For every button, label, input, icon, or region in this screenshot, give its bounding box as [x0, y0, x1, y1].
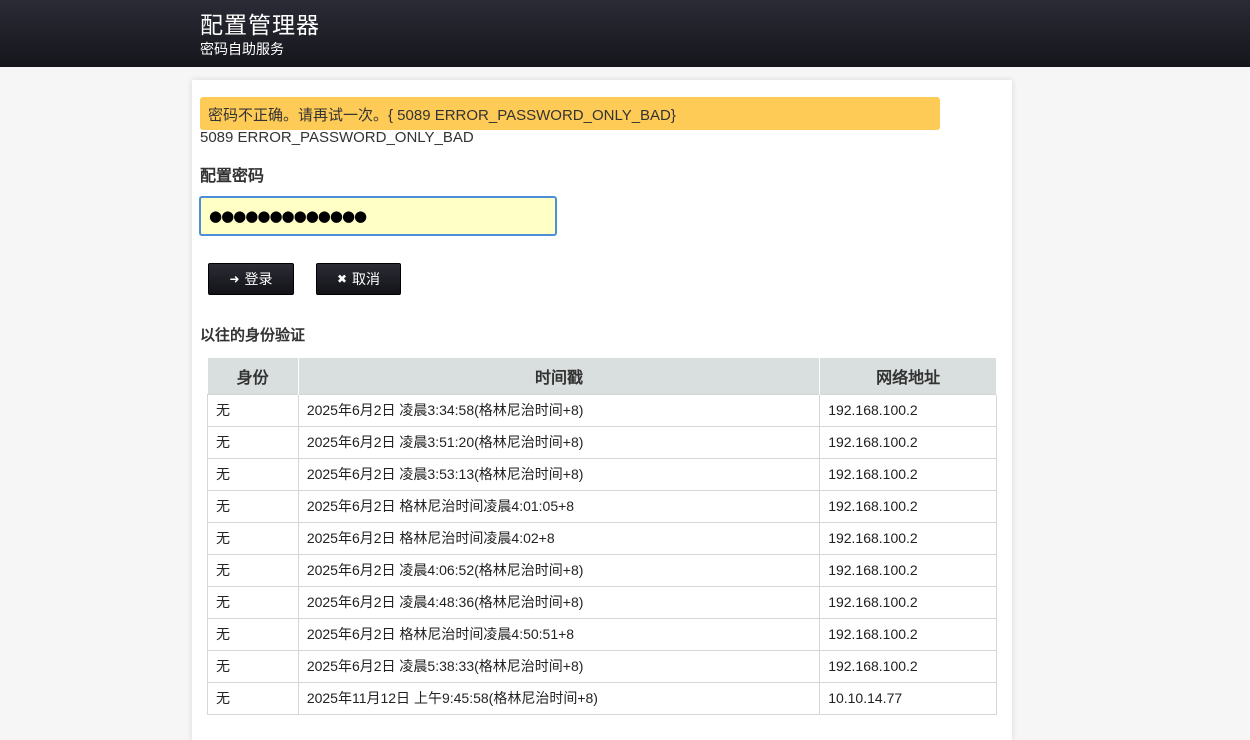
- table-row: 无 2025年6月2日 凌晨3:51:20(格林尼治时间+8) 192.168.…: [207, 425, 997, 459]
- column-header-timestamp[interactable]: 时间戳: [298, 358, 821, 394]
- table-row: 无 2025年6月2日 凌晨4:06:52(格林尼治时间+8) 192.168.…: [207, 553, 997, 587]
- identity-cell: 无: [207, 393, 299, 427]
- cancel-button-label: 取消: [352, 272, 381, 288]
- table-row: 无 2025年6月2日 格林尼治时间凌晨4:02+8 192.168.100.2: [207, 521, 997, 555]
- timestamp-cell: 2025年6月2日 凌晨3:53:13(格林尼治时间+8): [297, 457, 821, 491]
- timestamp-cell: 2025年6月2日 凌晨3:34:58(格林尼治时间+8): [297, 393, 821, 427]
- table-row: 无 2025年6月2日 格林尼治时间凌晨4:50:51+8 192.168.10…: [207, 617, 997, 651]
- address-cell: 192.168.100.2: [819, 425, 997, 459]
- history-title: 以往的身份验证: [200, 326, 306, 344]
- error-code-text: 5089 ERROR_PASSWORD_ONLY_BAD: [200, 129, 474, 146]
- identity-cell: 无: [207, 585, 299, 619]
- timestamp-cell: 2025年6月2日 凌晨3:51:20(格林尼治时间+8): [297, 425, 821, 459]
- address-cell: 192.168.100.2: [819, 553, 997, 587]
- password-label: 配置密码: [200, 166, 265, 185]
- address-cell: 192.168.100.2: [819, 521, 997, 555]
- app-header: 配置管理器 密码自助服务: [0, 0, 1250, 67]
- app-subtitle: 密码自助服务: [200, 42, 284, 58]
- timestamp-cell: 2025年11月12日 上午9:45:58(格林尼治时间+8): [297, 681, 821, 715]
- identity-cell: 无: [207, 649, 299, 683]
- table-row: 无 2025年6月2日 凌晨3:53:13(格林尼治时间+8) 192.168.…: [207, 457, 997, 491]
- timestamp-cell: 2025年6月2日 格林尼治时间凌晨4:01:05+8: [297, 489, 821, 523]
- address-cell: 10.10.14.77: [819, 681, 997, 715]
- cancel-button[interactable]: ✖ 取消: [316, 263, 401, 295]
- identity-cell: 无: [207, 457, 299, 491]
- address-cell: 192.168.100.2: [819, 489, 997, 523]
- column-header-network-address[interactable]: 网络地址: [819, 358, 997, 394]
- identity-cell: 无: [207, 681, 299, 715]
- timestamp-cell: 2025年6月2日 凌晨4:48:36(格林尼治时间+8): [297, 585, 821, 619]
- address-cell: 192.168.100.2: [819, 585, 997, 619]
- identity-cell: 无: [207, 521, 299, 555]
- identity-cell: 无: [207, 553, 299, 587]
- address-cell: 192.168.100.2: [819, 393, 997, 427]
- timestamp-cell: 2025年6月2日 格林尼治时间凌晨4:50:51+8: [297, 617, 821, 651]
- close-icon: ✖: [336, 272, 348, 286]
- table-row: 无 2025年6月2日 格林尼治时间凌晨4:01:05+8 192.168.10…: [207, 489, 997, 523]
- timestamp-cell: 2025年6月2日 格林尼治时间凌晨4:02+8: [297, 521, 821, 555]
- login-button[interactable]: ➜ 登录: [208, 263, 294, 295]
- table-row: 无 2025年6月2日 凌晨4:48:36(格林尼治时间+8) 192.168.…: [207, 585, 997, 619]
- address-cell: 192.168.100.2: [819, 649, 997, 683]
- app-title: 配置管理器: [200, 13, 320, 39]
- history-table: 身份 时间戳 网络地址 无 2025年6月2日 凌晨3:34:58(格林尼治时间…: [207, 358, 997, 715]
- identity-cell: 无: [207, 489, 299, 523]
- timestamp-cell: 2025年6月2日 凌晨5:38:33(格林尼治时间+8): [297, 649, 821, 683]
- table-row: 无 2025年6月2日 凌晨5:38:33(格林尼治时间+8) 192.168.…: [207, 649, 997, 683]
- timestamp-cell: 2025年6月2日 凌晨4:06:52(格林尼治时间+8): [297, 553, 821, 587]
- login-button-label: 登录: [244, 272, 273, 288]
- history-header-row: 身份 时间戳 网络地址: [207, 358, 997, 394]
- column-header-identity[interactable]: 身份: [207, 358, 299, 394]
- identity-cell: 无: [207, 425, 299, 459]
- address-cell: 192.168.100.2: [819, 457, 997, 491]
- sign-in-icon: ➜: [229, 272, 240, 286]
- address-cell: 192.168.100.2: [819, 617, 997, 651]
- error-alert: 密码不正确。请再试一次。{ 5089 ERROR_PASSWORD_ONLY_B…: [200, 97, 940, 130]
- identity-cell: 无: [207, 617, 299, 651]
- password-field[interactable]: [199, 196, 557, 236]
- table-row: 无 2025年6月2日 凌晨3:34:58(格林尼治时间+8) 192.168.…: [207, 393, 997, 427]
- table-row: 无 2025年11月12日 上午9:45:58(格林尼治时间+8) 10.10.…: [207, 681, 997, 715]
